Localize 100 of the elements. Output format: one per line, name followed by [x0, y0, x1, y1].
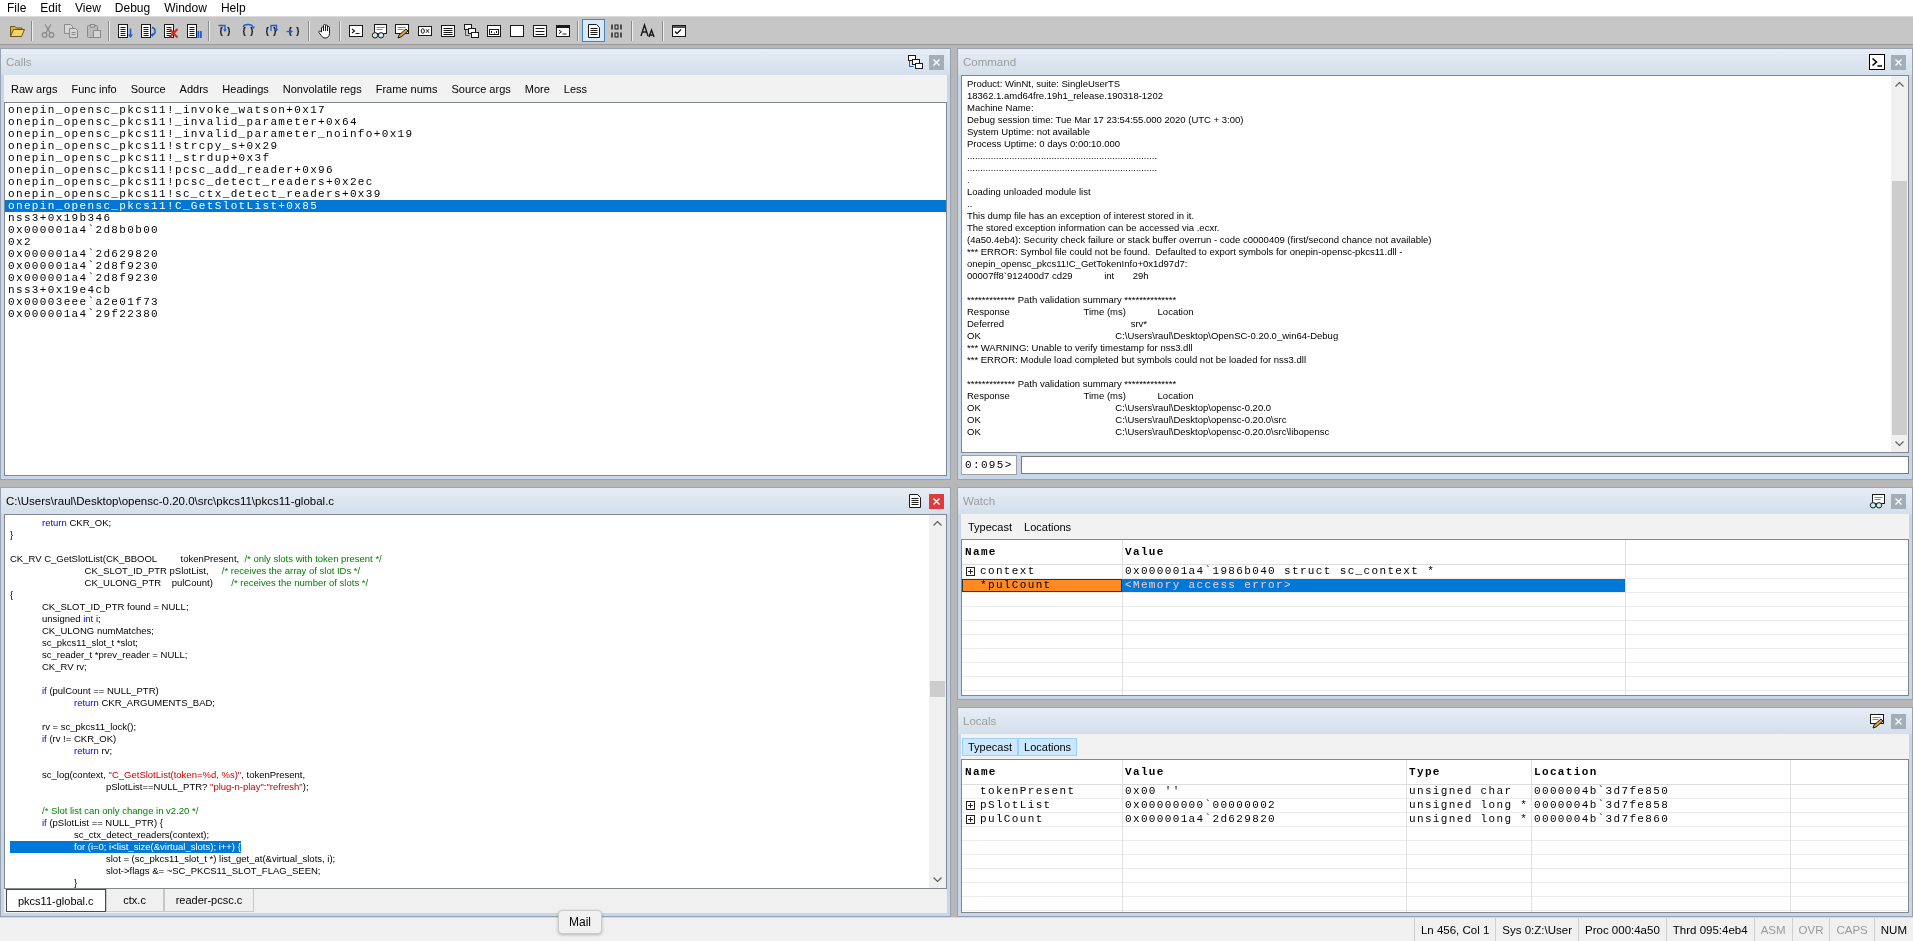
- code-line: CK_SLOT_ID_PTR pSlotList, /* receives the array of slot IDs */: [84, 565, 361, 577]
- scroll-down-icon[interactable]: [933, 877, 942, 882]
- stack-frame[interactable]: 0x2: [5, 236, 946, 248]
- stack-frame[interactable]: 0x000001a4`2d629820: [5, 248, 946, 260]
- list-window-icon: [439, 22, 456, 39]
- code-line: if (rv != CKR_OK): [42, 733, 117, 745]
- menu-item[interactable]: Debug: [107, 0, 158, 16]
- output-line: Product: WinNt, suite: SingleUserTS: [967, 78, 1121, 90]
- highlighted-cell[interactable]: *pulCount: [962, 579, 1122, 592]
- stack-frame[interactable]: onepin_opensc_pkcs11!pcsc_add_reader+0x96: [5, 164, 946, 176]
- close-icon: [1895, 58, 1902, 66]
- option-button[interactable]: Frame nums: [369, 79, 444, 98]
- stack-frame[interactable]: 0x000001a4`2d8f9230: [5, 260, 946, 272]
- stack-frame[interactable]: 0x000001a4`29f22380: [5, 308, 946, 320]
- stack-frame[interactable]: 0x00003eee`a2e01f73: [5, 296, 946, 308]
- close-button[interactable]: [929, 493, 944, 509]
- output-line: ..: [967, 198, 973, 210]
- option-button[interactable]: Addrs: [173, 79, 215, 98]
- table-cell-text: 0x000001a4`2d629820: [1124, 813, 1278, 826]
- menu-item[interactable]: View: [68, 0, 108, 16]
- vertical-scrollbar[interactable]: [1891, 76, 1908, 452]
- code-line: unsigned int i;: [42, 613, 101, 625]
- scroll-up-icon[interactable]: [1895, 82, 1904, 87]
- variable-name[interactable]: pulCount: [980, 813, 1044, 826]
- option-button[interactable]: Func info: [65, 79, 123, 98]
- stack-frame[interactable]: 0x000001a4`2d8f9230: [5, 272, 946, 284]
- code-line: return CKR_OK;: [42, 517, 112, 529]
- table-cell-text: 0x00000000`00000002: [1124, 799, 1278, 812]
- option-button[interactable]: Source args: [445, 79, 517, 98]
- terminal-icon[interactable]: [1869, 54, 1885, 70]
- code-line: if (pSlotList == NULL_PTR) {: [42, 817, 163, 829]
- option-button[interactable]: Raw args: [5, 79, 64, 98]
- glasses-icon[interactable]: [1869, 493, 1885, 509]
- stack-frame[interactable]: onepin_opensc_pkcs11!strcpy_s+0x29: [5, 140, 946, 152]
- variable-name[interactable]: tokenPresent: [980, 785, 1076, 798]
- option-button[interactable]: Source: [124, 79, 172, 98]
- status-indicator: Ln 456, Col 1: [1413, 918, 1496, 941]
- expand-icon[interactable]: [966, 801, 975, 810]
- variable-name[interactable]: context: [980, 565, 1036, 578]
- output-line: OK C:\Users\raul\Desktop\OpenSC-0.20.0_win64-Debug: [967, 330, 1339, 342]
- status-indicator: NUM: [1873, 918, 1913, 941]
- variable-name[interactable]: *pulCount: [980, 579, 1052, 592]
- expand-icon[interactable]: [966, 567, 975, 576]
- option-button[interactable]: Locations: [1018, 737, 1078, 756]
- expand-icon[interactable]: [966, 815, 975, 824]
- option-button[interactable]: Nonvolatile regs: [276, 79, 368, 98]
- column-header[interactable]: Name: [962, 760, 997, 784]
- stack-frame[interactable]: onepin_opensc_pkcs11!C_GetSlotList+0x85: [5, 200, 946, 212]
- stack-frame[interactable]: nss3+0x19e4cb: [5, 284, 946, 296]
- code-line: CK_ULONG numMatches;: [42, 625, 154, 637]
- copy-icon: [62, 22, 79, 39]
- scroll-up-icon[interactable]: [933, 521, 942, 526]
- stack-frame[interactable]: 0x000001a4`2d8b0b00: [5, 224, 946, 236]
- status-indicator: Sys 0:Z:\User: [1495, 918, 1578, 941]
- option-button[interactable]: More: [518, 79, 556, 98]
- column-header[interactable]: Value: [1122, 760, 1165, 784]
- close-icon: [1895, 497, 1902, 505]
- file-tab[interactable]: ctx.c: [105, 889, 164, 912]
- variable-name[interactable]: pSlotList: [980, 799, 1052, 812]
- file-tab[interactable]: reader-pcsc.c: [163, 889, 255, 912]
- vertical-scrollbar[interactable]: [929, 515, 946, 888]
- stack-frame[interactable]: onepin_opensc_pkcs11!_strdup+0x3f: [5, 152, 946, 164]
- stack-frame[interactable]: nss3+0x19b346: [5, 212, 946, 224]
- document-lines-icon[interactable]: [907, 493, 923, 509]
- stack-frame[interactable]: onepin_opensc_pkcs11!sc_ctx_detect_readers+0x39: [5, 188, 946, 200]
- output-line: The stored exception information can be accessed via .ecxr.: [967, 222, 1220, 234]
- stack-frame[interactable]: onepin_opensc_pkcs11!_invalid_parameter+0x64: [5, 116, 946, 128]
- stacked-windows-icon[interactable]: [907, 54, 923, 70]
- menu-item[interactable]: Window: [157, 0, 214, 16]
- scroll-down-icon[interactable]: [1895, 441, 1904, 446]
- column-header[interactable]: Location: [1531, 760, 1598, 784]
- stack-frame[interactable]: onepin_opensc_pkcs11!_invalid_parameter_noinfo+0x19: [5, 128, 946, 140]
- option-button[interactable]: Typecast: [962, 737, 1019, 756]
- output-line: OK C:\Users\raul\Desktop\opensc-0.20.0\src\libopensc: [967, 426, 1330, 438]
- menu-item[interactable]: Help: [213, 0, 253, 16]
- code-line: pSlotList==NULL_PTR? "plug-n-play":"refresh");: [106, 781, 309, 793]
- output-line: ************* Path validation summary **************: [967, 294, 1177, 306]
- scrollbar-thumb[interactable]: [1892, 181, 1907, 435]
- column-header[interactable]: Value: [1122, 540, 1165, 564]
- close-icon: [933, 58, 940, 66]
- option-button[interactable]: Locations: [1018, 517, 1078, 536]
- column-header[interactable]: Name: [962, 540, 997, 564]
- menu-item[interactable]: File: [0, 0, 34, 16]
- stack-frame[interactable]: onepin_opensc_pkcs11!pcsc_detect_readers+0x2ec: [5, 176, 946, 188]
- close-icon: [1895, 717, 1902, 725]
- scrollbar-thumb[interactable]: [930, 681, 945, 697]
- command-input[interactable]: [1020, 456, 1909, 474]
- menu-item[interactable]: Edit: [33, 0, 69, 16]
- stack-frame[interactable]: onepin_opensc_pkcs11!_invoke_watson+0x17: [5, 104, 946, 116]
- braces-down-arrow-icon: [216, 22, 233, 39]
- option-button[interactable]: Typecast: [962, 517, 1019, 536]
- file-tab[interactable]: pkcs11-global.c: [6, 889, 106, 912]
- window-pencil-icon[interactable]: [1869, 713, 1885, 729]
- option-button[interactable]: Less: [557, 79, 594, 98]
- code-line: return rv;: [74, 745, 113, 757]
- column-header[interactable]: Type: [1406, 760, 1441, 784]
- document-arrow-icon: [116, 22, 133, 39]
- toolbar-button[interactable]: [582, 19, 605, 42]
- code-line: CK_ULONG_PTR pulCount) /* receives the number of slots */: [84, 577, 369, 589]
- option-button[interactable]: Headings: [216, 79, 275, 98]
